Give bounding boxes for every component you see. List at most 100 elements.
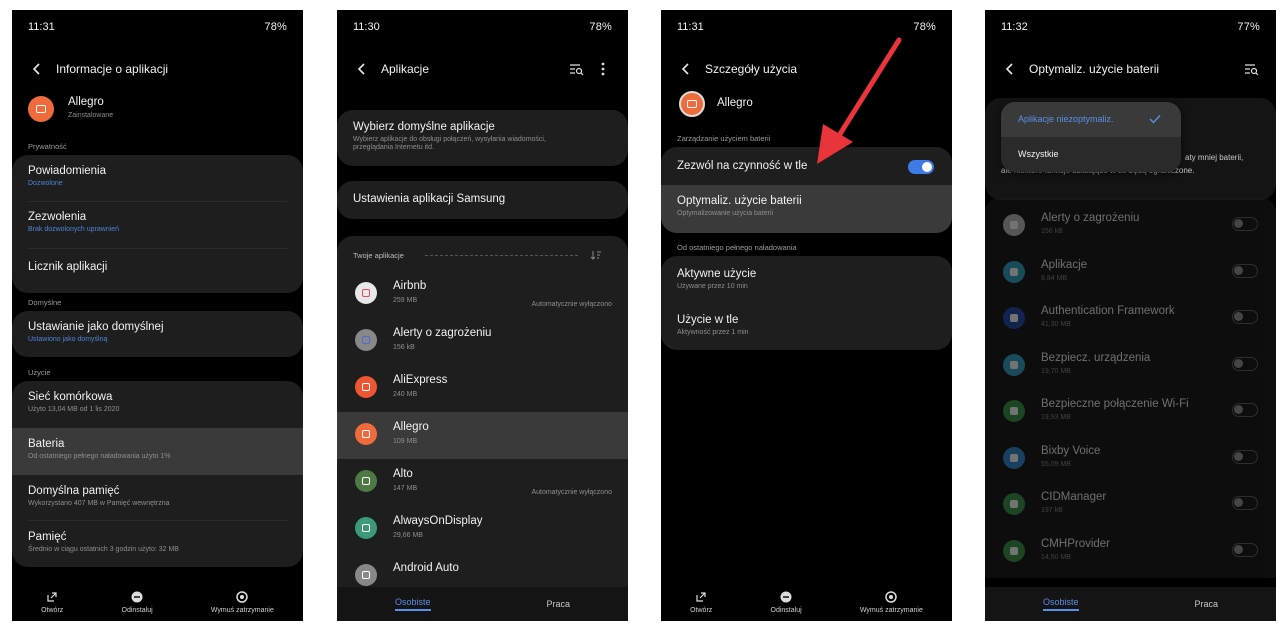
back-icon[interactable] (679, 62, 693, 76)
app-name: Aplikacje (1041, 258, 1088, 271)
app-list-item[interactable]: CMHProvider 14,50 MB (985, 534, 1276, 579)
sort-icon[interactable] (590, 250, 602, 260)
your-apps-card: Twoje aplikacje Airbnb 259 MB Automatyczni… (337, 236, 628, 611)
app-name: Bezpiecz. urządzenia (1041, 351, 1151, 364)
app-size: 109 MB (393, 438, 418, 445)
app-size: 55,09 MB (1041, 460, 1071, 468)
optimization-toggle[interactable] (1232, 263, 1258, 278)
back-icon[interactable] (1003, 62, 1017, 76)
filter-search-icon[interactable] (568, 61, 584, 77)
page-title: Szczegóły użycia (705, 62, 798, 76)
uninstall-button[interactable]: Odinstaluj (771, 591, 802, 614)
storage-sub: Wykorzystano 407 MB w Pamięć wewnętrzna (28, 500, 170, 507)
optimization-toggle[interactable] (1232, 449, 1258, 464)
optimization-toggle[interactable] (1232, 217, 1258, 231)
mobile-data-row[interactable]: Sieć komórkowa Użyto 13,04 MB od 1 lis 2… (12, 391, 303, 413)
permissions-sub: Brak dozwolonych uprawnień (28, 226, 120, 233)
filter-search-icon[interactable] (1243, 61, 1259, 77)
open-button[interactable]: Otwórz (41, 591, 63, 614)
optimization-toggle[interactable] (1232, 356, 1258, 371)
mobile-title: Sieć komórkowa (28, 391, 113, 403)
open-icon (47, 591, 57, 602)
set-default-row[interactable]: Ustawianie jako domyślnej Ustawiono jako… (12, 321, 303, 343)
default-apps-sub2: przeglądania Internetu itd. (353, 144, 434, 151)
permissions-title: Zezwolenia (28, 211, 87, 223)
app-icon (355, 423, 377, 445)
default-apps-card[interactable]: Wybierz domyślne aplikacje Wybierz aplik… (337, 110, 628, 166)
app-list-item[interactable]: Alerty o zagrożeniu 156 kB (337, 318, 628, 365)
section-default: Domyślne (28, 298, 62, 307)
tab-personal[interactable]: Osobiste (1042, 597, 1079, 611)
counter-row[interactable]: Licznik aplikacji (12, 261, 303, 273)
optimize-battery-row[interactable]: Optymaliz. użycie baterii Optymalizowani… (661, 185, 952, 233)
back-icon[interactable] (355, 62, 369, 76)
force-stop-button[interactable]: Wymuś zatrzymanie (860, 590, 923, 614)
app-icon (1003, 493, 1025, 515)
app-name: AliExpress (393, 374, 448, 386)
open-label: Otwórz (41, 606, 64, 614)
dropdown-option-all[interactable]: Wszystkie (1018, 149, 1059, 159)
app-list-item[interactable]: Authentication Framework 41,30 MB (985, 301, 1276, 347)
app-list-item[interactable]: Alerty o zagrożeniu 156 kB (985, 208, 1276, 254)
app-bar: Aplikacje (337, 50, 628, 88)
your-apps-header: Twoje aplikacje (353, 251, 404, 260)
app-list-item[interactable]: Airbnb 259 MB Automatycznie wyłączono (337, 271, 628, 318)
app-icon (355, 470, 377, 492)
background-usage-title: Użycie w tle (677, 314, 739, 326)
force-stop-button[interactable]: Wymuś zatrzymanie (211, 590, 274, 614)
app-list-item[interactable]: Alto 147 MB Automatycznie wyłączono (337, 459, 628, 506)
tab-personal[interactable]: Osobiste (394, 597, 431, 611)
samsung-settings-card[interactable]: Ustawienia aplikacji Samsung (337, 181, 628, 219)
app-name: Bezpieczne połączenie Wi-Fi (1041, 398, 1189, 410)
phone-battery-optimization: 11:32 77% Optymaliz. użycie baterii aty … (985, 10, 1276, 621)
app-bar: Szczegóły użycia (661, 50, 952, 88)
optimization-toggle[interactable] (1232, 542, 1258, 557)
optimization-toggle[interactable] (1232, 310, 1258, 324)
permissions-row[interactable]: Zezwolenia Brak dozwolonych uprawnień (12, 211, 303, 233)
status-bar: 11:30 78% (353, 21, 612, 37)
stop-icon (885, 590, 898, 603)
memory-row[interactable]: Pamięć Średnio w ciągu ostatnich 3 godzi… (12, 531, 303, 553)
app-name: Android Auto (393, 562, 459, 574)
app-list-item[interactable]: AlwaysOnDisplay 29,66 MB (337, 506, 628, 553)
background-usage-sub: Aktywność przez 1 min (677, 329, 749, 336)
app-list-item[interactable]: Bezpieczne połączenie Wi-Fi 19,93 MB (985, 394, 1276, 440)
open-button[interactable]: Otwórz (690, 591, 712, 614)
active-usage-title: Aktywne użycie (677, 268, 757, 280)
set-default-title: Ustawianie jako domyślnej (28, 321, 164, 333)
optimization-toggle[interactable] (1232, 403, 1258, 417)
app-size: 14,50 MB (1041, 553, 1071, 561)
background-usage-row[interactable]: Użycie w tle Aktywność przez 1 min (661, 314, 952, 336)
app-list-item[interactable]: Allegro 109 MB (337, 412, 628, 459)
app-size: 156 kB (1041, 228, 1063, 235)
app-icon (1003, 260, 1025, 283)
memory-title: Pamięć (28, 531, 67, 543)
more-options-icon[interactable] (595, 61, 611, 77)
battery-row[interactable]: Bateria Od ostatniego pełnego naładowani… (12, 428, 303, 475)
red-arrow-annotation (817, 37, 902, 164)
app-list-item[interactable]: CIDManager 197 kB (985, 487, 1276, 533)
app-list-item[interactable]: AliExpress 240 MB (337, 365, 628, 412)
app-size: 8,84 MB (1041, 274, 1068, 282)
notifications-row[interactable]: Powiadomienia Dozwolone (12, 165, 303, 187)
back-icon[interactable] (30, 62, 44, 76)
storage-row[interactable]: Domyślna pamięć Wykorzystano 407 MB w Pa… (12, 485, 303, 507)
tab-work[interactable]: Praca (546, 599, 570, 609)
app-list-item[interactable]: Aplikacje 8,84 MB (985, 255, 1276, 301)
section-privacy: Prywatność (28, 142, 67, 151)
active-usage-row[interactable]: Aktywne użycie Używane przez 10 min (661, 268, 952, 290)
optimization-toggle[interactable] (1232, 496, 1258, 510)
default-card: Ustawianie jako domyślnej Ustawiono jako… (12, 311, 303, 357)
tab-work[interactable]: Praca (1194, 599, 1218, 609)
app-list-item[interactable]: Bezpiecz. urządzenia 19,70 MB (985, 348, 1276, 394)
app-name: Alto (393, 468, 413, 480)
dropdown-option-unoptimized[interactable]: Aplikacje niezoptymaliz. (1018, 114, 1114, 124)
app-name: CIDManager (1041, 491, 1107, 503)
battery-title: Bateria (28, 438, 65, 450)
background-activity-toggle[interactable] (908, 160, 934, 174)
uninstall-button[interactable]: Odinstaluj (122, 591, 153, 614)
app-list-item[interactable]: Bixby Voice 55,09 MB (985, 441, 1276, 487)
app-bar: Informacje o aplikacji (12, 50, 303, 88)
app-size: 197 kB (1041, 507, 1063, 514)
app-size: 259 MB (393, 297, 418, 304)
